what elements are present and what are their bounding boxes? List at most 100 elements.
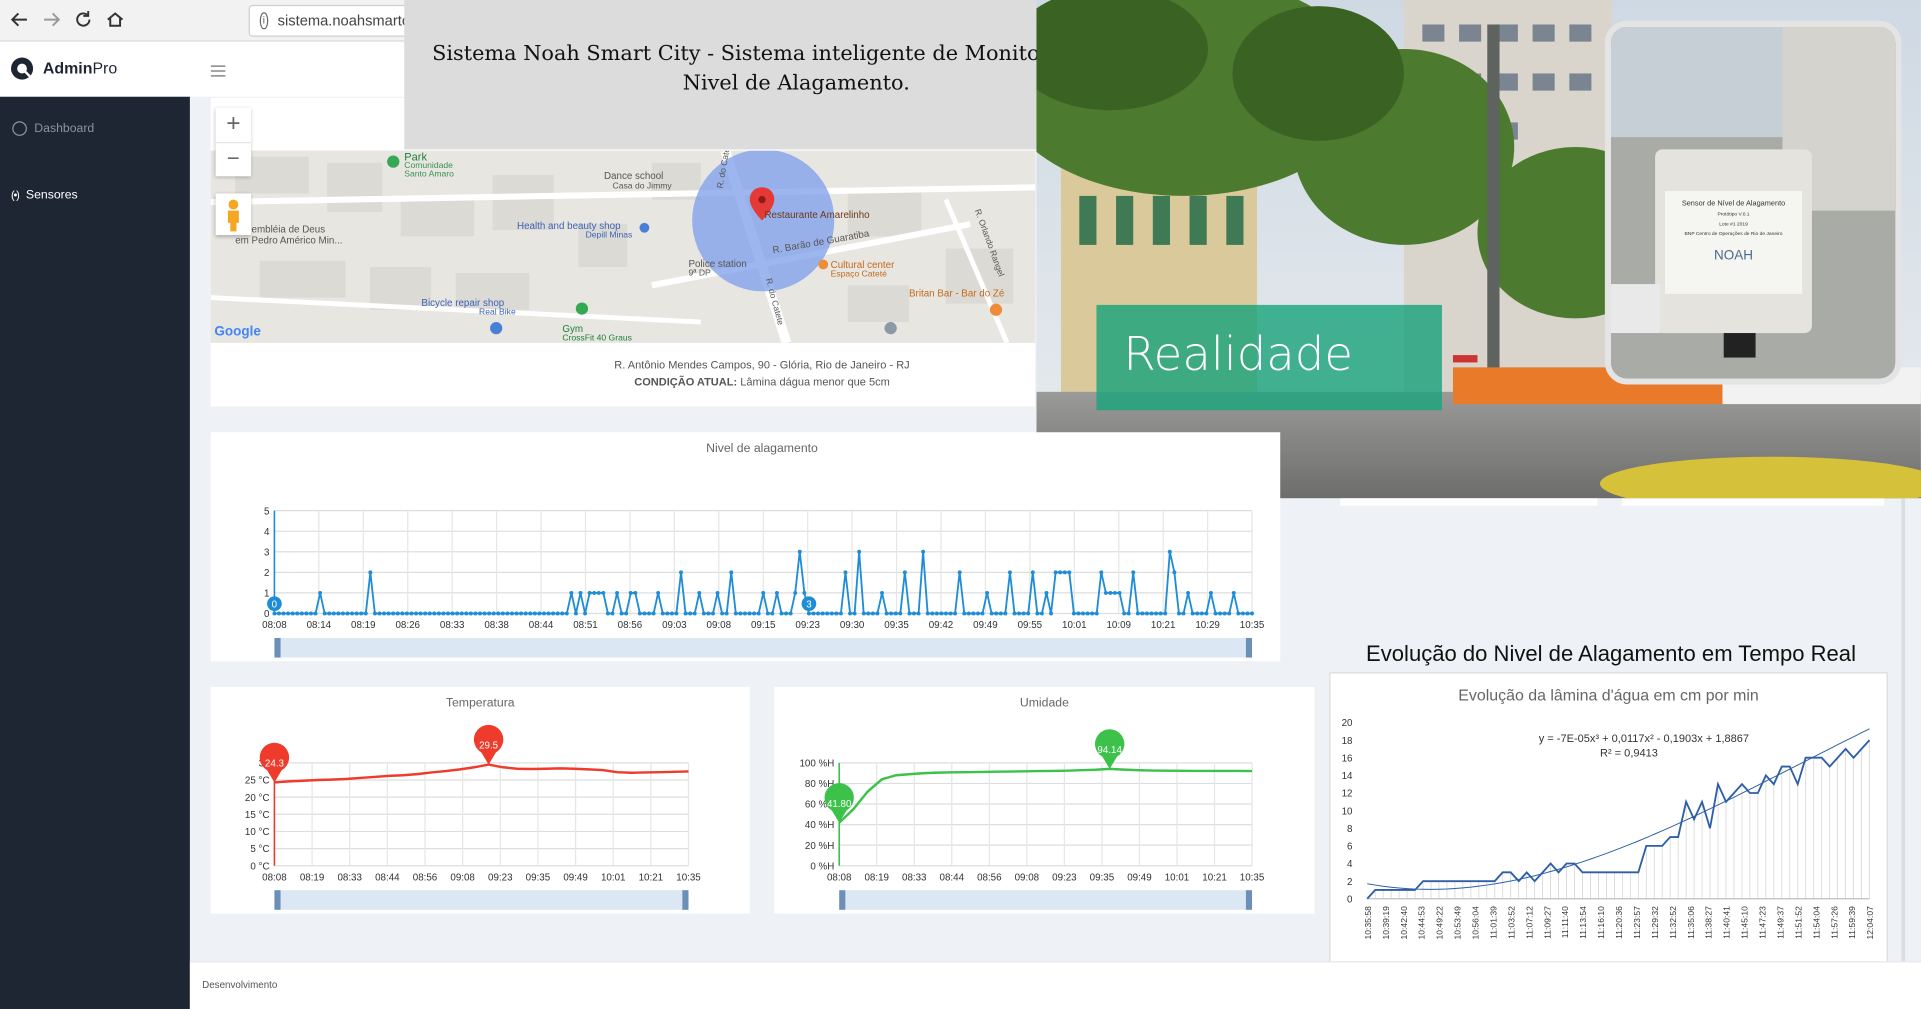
data-point (322, 611, 327, 616)
temperature-chart: 0 °C5 °C10 °C15 °C20 °C25 °C3008:0808:19… (245, 724, 701, 910)
data-point (1145, 611, 1149, 616)
data-point (1003, 611, 1008, 616)
data-point (372, 611, 377, 616)
data-point (286, 611, 291, 616)
map-view[interactable]: Park Comunidade Santo Amaro Dance school… (210, 150, 1036, 343)
x-tick-label: 08:44 (375, 872, 400, 883)
value-marker-label: 0 (272, 599, 278, 610)
home-icon[interactable] (102, 6, 129, 33)
sensor-label: Sensor de Nível de Alagamento Protótipo … (1670, 200, 1797, 263)
data-point (377, 611, 382, 616)
x-tick-label: 11:32:52 (1668, 906, 1678, 939)
value-marker-label: 94.14 (1097, 745, 1122, 756)
zoom-out-button[interactable]: − (215, 142, 252, 178)
x-tick-label: 08:56 (977, 872, 1002, 883)
sidebar-item-dashboard[interactable]: Dashboard (0, 115, 190, 142)
x-tick-label: 10:01 (1062, 620, 1086, 631)
sidebar-item-sensores[interactable]: (•) Sensores (0, 181, 190, 208)
hidden-card-edge (1340, 498, 1598, 506)
data-point (596, 590, 601, 595)
y-tick-label: 20 °C (245, 793, 270, 804)
data-point (587, 590, 592, 595)
data-point (299, 611, 304, 616)
sidebar-item-label: Dashboard (34, 121, 95, 136)
data-point (1227, 611, 1232, 616)
sensor-radius-circle (692, 150, 835, 292)
x-tick-label: 08:44 (529, 620, 554, 631)
data-point (277, 611, 281, 616)
data-point (628, 590, 633, 595)
data-point (546, 611, 551, 616)
x-tick-label: 10:01 (601, 872, 625, 883)
y-tick-label: 5 (264, 506, 270, 517)
zoom-in-button[interactable]: + (216, 108, 252, 142)
data-point (564, 611, 569, 616)
data-point (829, 611, 834, 616)
x-tick-label: 09:35 (884, 620, 909, 631)
x-tick-label: 08:51 (573, 620, 597, 631)
map-label: 9ª DP (688, 269, 711, 278)
reload-icon[interactable] (70, 6, 97, 33)
flood-level-chart-card: Nivel de alagamento 0 1 2 3 4 5 08:08 08:14 08:1… (210, 432, 1281, 662)
x-tick-label: 08:19 (864, 872, 888, 883)
data-point (1099, 570, 1104, 575)
data-point (1085, 611, 1090, 616)
back-icon[interactable] (6, 6, 33, 33)
zoom-control: + − (215, 107, 252, 178)
page-scrollbar[interactable] (1901, 498, 1921, 1009)
data-point (496, 611, 501, 616)
data-point (784, 611, 789, 616)
info-icon[interactable]: i (259, 12, 268, 30)
data-point (446, 611, 450, 616)
x-tick-label: 08:19 (351, 620, 375, 631)
brand-name-light: Pro (92, 58, 118, 78)
data-point (327, 611, 332, 616)
x-tick-label: 11:59:39 (1847, 906, 1857, 939)
data-point (660, 611, 665, 616)
y-tick-label: 15 °C (245, 810, 270, 821)
data-point (674, 611, 679, 616)
data-point (1108, 590, 1113, 595)
data-point (962, 611, 967, 616)
data-point (400, 611, 405, 616)
x-tick-label: 09:35 (526, 872, 551, 883)
hamburger-menu-icon[interactable] (210, 61, 226, 77)
data-point (1076, 611, 1081, 616)
y-tick-label: 0 (264, 609, 270, 620)
x-tick-label: 09:08 (450, 872, 475, 883)
x-tick-label: 09:55 (1018, 620, 1043, 631)
x-tick-label: 09:23 (1052, 872, 1077, 883)
data-point (1236, 611, 1241, 616)
sensor-label-line: Protótipo V.0.1 (1717, 210, 1750, 217)
x-tick-label: 10:35 (676, 872, 701, 883)
x-tick-label: 11:03:52 (1506, 906, 1516, 939)
data-point (468, 611, 473, 616)
data-point (811, 611, 816, 616)
x-tick-label: 08:56 (413, 872, 438, 883)
x-tick-label: 10:21 (1202, 872, 1226, 883)
data-point (537, 611, 542, 616)
forward-icon[interactable] (38, 6, 65, 33)
x-tick-label: 09:35 (1090, 872, 1115, 883)
realtime-chart-heading: Evolução do Nivel de Alagamento em Tempo… (1366, 641, 1856, 667)
data-point (615, 590, 620, 595)
scrollbar-track[interactable] (1901, 498, 1906, 1009)
data-point (770, 611, 775, 616)
url-bar[interactable]: i sistema.noahsmartc (248, 4, 411, 37)
street-view-pegman-icon[interactable] (215, 193, 252, 236)
x-tick-label: 11:20:36 (1614, 906, 1624, 939)
y-tick-label: 12 (1342, 789, 1353, 800)
data-point (1140, 611, 1145, 616)
data-point (834, 611, 839, 616)
data-point (1090, 611, 1095, 616)
data-point (368, 570, 373, 575)
data-point (711, 611, 715, 616)
data-point (532, 611, 537, 616)
x-tick-label: 11:29:32 (1650, 906, 1660, 939)
data-point (541, 611, 546, 616)
data-point (473, 611, 478, 616)
x-tick-label: 10:35 (1240, 872, 1265, 883)
data-point (898, 611, 903, 616)
data-point (1122, 611, 1127, 616)
x-tick-label: 10:42:40 (1399, 906, 1409, 940)
